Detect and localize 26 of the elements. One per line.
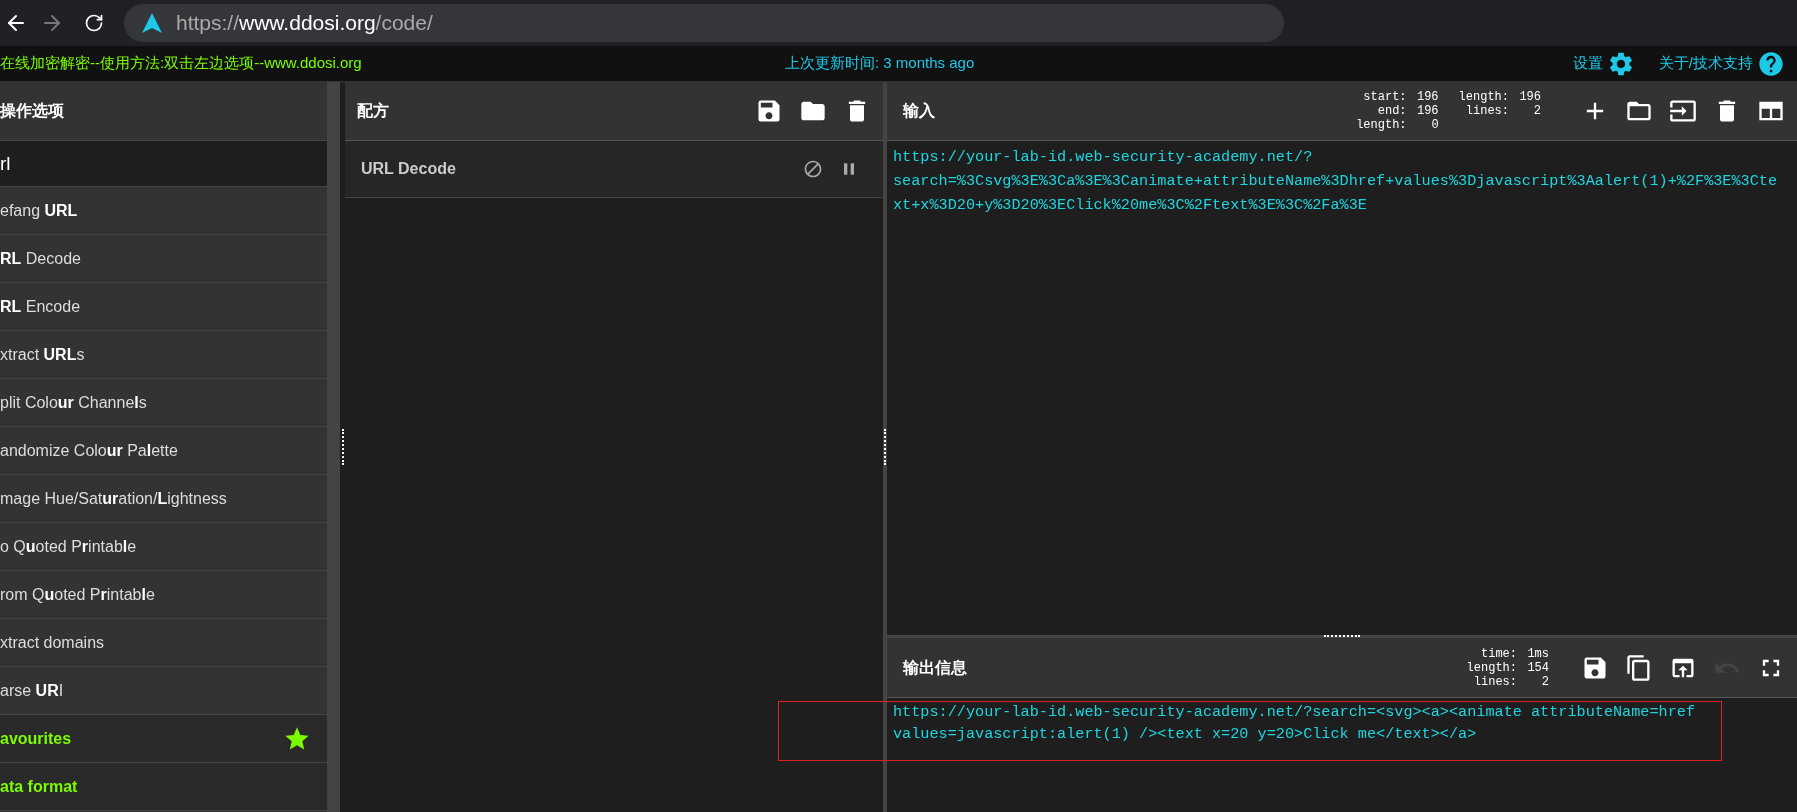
update-time: 上次更新时间: 3 months ago — [785, 53, 976, 74]
category-item[interactable]: ata format — [0, 763, 327, 811]
address-bar[interactable]: https://www.ddosi.org/code/ — [124, 4, 1284, 42]
panel-header: 输入 — [903, 101, 936, 121]
stat-line: length: 0 — [1356, 118, 1439, 132]
disable-icon[interactable] — [803, 159, 823, 179]
search-field[interactable]: rl — [0, 141, 327, 187]
resize-handle[interactable] — [341, 429, 344, 465]
stat-line: end: 196 — [1376, 104, 1439, 118]
help-icon — [1757, 49, 1785, 78]
stat-line: start: 196 — [1362, 90, 1439, 104]
stat-line: lines: 2 — [1464, 104, 1541, 118]
recipe-operation[interactable]: URL Decode — [345, 141, 883, 198]
settings-button[interactable]: 设置 — [1572, 49, 1635, 78]
stat-line: time: 1ms — [1480, 646, 1549, 661]
panel-header: 输出信息 — [903, 657, 968, 678]
panel-header: 配方 — [357, 101, 390, 121]
category-item[interactable]: avourites — [0, 715, 327, 763]
reload-icon[interactable] — [84, 13, 104, 33]
stat-line: length: 196 — [1458, 90, 1541, 104]
site-logo-icon — [140, 11, 164, 35]
copy-icon[interactable] — [1625, 653, 1653, 682]
banner-text: 在线加密解密--使用方法:双击左边选项--www.ddosi.org — [0, 53, 363, 74]
about-button[interactable]: 关于/技术支持 — [1658, 49, 1785, 78]
stat-line: lines: 2 — [1472, 674, 1549, 689]
stat-line: length: 154 — [1466, 660, 1549, 675]
